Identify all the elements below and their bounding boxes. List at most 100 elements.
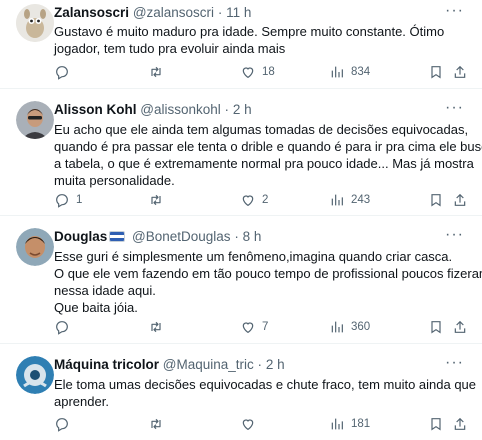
avatar[interactable]: [16, 101, 54, 139]
view-count: 360: [351, 321, 371, 333]
bookmark-button[interactable]: [428, 317, 444, 337]
like-icon: [242, 322, 254, 334]
tweet-text-line: Esse guri é simplesmente um fenômeno,ima…: [54, 249, 453, 264]
separator-dot: ·: [217, 5, 223, 20]
reply-button[interactable]: 1: [54, 190, 82, 210]
author-name[interactable]: Douglas: [54, 229, 107, 244]
tweet-text-line: Que baita jóia.: [54, 300, 138, 315]
like-icon: [242, 419, 254, 431]
reply-button[interactable]: [54, 317, 76, 337]
share-button[interactable]: [452, 414, 468, 434]
tweet-text-line: aprender.: [54, 394, 109, 409]
more-options-icon[interactable]: ···: [445, 3, 464, 19]
author-handle[interactable]: @Maquina_tric: [163, 357, 254, 372]
view-count: 181: [351, 418, 371, 430]
share-button[interactable]: [452, 190, 468, 210]
timestamp[interactable]: 2 h: [233, 102, 252, 117]
tweet-1[interactable]: Zalansoscri @zalansoscri · 11 h ··· Gust…: [0, 0, 482, 89]
author-name[interactable]: Alisson Kohl: [54, 102, 137, 117]
retweet-button[interactable]: [148, 190, 170, 210]
share-icon: [454, 320, 466, 333]
tweet-4[interactable]: Máquina tricolor @Maquina_tric · 2 h ···…: [0, 344, 482, 440]
avatar[interactable]: [16, 356, 54, 394]
bookmark-button[interactable]: [428, 414, 444, 434]
like-button[interactable]: 7: [240, 317, 268, 337]
tweet-text-line: nessa idade aqui.: [54, 283, 156, 298]
timestamp[interactable]: 2 h: [266, 357, 285, 372]
timestamp[interactable]: 11 h: [226, 5, 251, 20]
share-button[interactable]: [452, 317, 468, 337]
author-name[interactable]: Zalansoscri: [54, 5, 129, 20]
reply-icon: [56, 194, 68, 208]
flag-icon: [109, 231, 126, 242]
author-handle[interactable]: @BonetDouglas: [132, 229, 231, 244]
share-icon: [454, 193, 466, 206]
separator-dot: ·: [224, 102, 230, 117]
views-button[interactable]: 181: [329, 414, 370, 434]
tweet-text-line: Gustavo é muito maduro pra idade. Sempre…: [54, 24, 445, 39]
like-button[interactable]: [240, 414, 262, 434]
views-icon: [331, 194, 343, 206]
tweet-text-line: O que ele vem fazendo em tão pouco tempo…: [54, 266, 482, 281]
retweet-icon: [151, 194, 161, 206]
like-count: 2: [262, 194, 269, 206]
views-button[interactable]: 360: [329, 317, 370, 337]
tweet-text: Ele toma umas decisões equivocadas e chu…: [54, 376, 477, 410]
views-button[interactable]: 834: [329, 62, 370, 82]
bookmark-button[interactable]: [428, 190, 444, 210]
author-handle[interactable]: @alissonkohl: [140, 102, 221, 117]
views-button[interactable]: 243: [329, 190, 370, 210]
tweet-text-line: muita personalidade.: [54, 173, 175, 188]
tweet-header: Zalansoscri @zalansoscri · 11 h: [54, 4, 452, 22]
bookmark-icon: [431, 321, 441, 334]
tweet-text-line: jogador, tem tudo pra evoluir ainda mais: [54, 41, 286, 56]
bookmark-icon: [431, 194, 441, 207]
like-count: 7: [262, 321, 269, 333]
author-name[interactable]: Máquina tricolor: [54, 357, 159, 372]
tweet-actions: 1 2 243: [54, 190, 470, 210]
retweet-button[interactable]: [148, 317, 170, 337]
views-icon: [331, 321, 343, 333]
views-icon: [331, 418, 343, 430]
bookmark-icon: [431, 66, 441, 79]
like-count: 18: [262, 66, 275, 78]
views-icon: [331, 66, 343, 78]
reply-icon: [56, 418, 68, 432]
tweet-actions: 7 360: [54, 317, 470, 337]
tweet-text-line: Ele toma umas decisões equivocadas e chu…: [54, 377, 477, 392]
reply-count: 1: [76, 194, 83, 206]
author-handle[interactable]: @zalansoscri: [133, 5, 214, 20]
retweet-icon: [151, 418, 161, 430]
tweet-2[interactable]: Alisson Kohl @alissonkohl · 2 h ··· Eu a…: [0, 89, 482, 216]
tweet-header: Máquina tricolor @Maquina_tric · 2 h: [54, 356, 452, 374]
tweet-header: Douglas @BonetDouglas · 8 h: [54, 228, 452, 246]
reply-button[interactable]: [54, 62, 76, 82]
tweet-actions: 18 834: [54, 62, 470, 82]
reply-button[interactable]: [54, 414, 76, 434]
retweet-button[interactable]: [148, 414, 170, 434]
avatar[interactable]: [16, 228, 54, 266]
reply-icon: [56, 321, 68, 335]
tweet-actions: 181: [54, 414, 470, 434]
timestamp[interactable]: 8 h: [243, 229, 262, 244]
avatar[interactable]: [16, 4, 54, 42]
tweet-text: Gustavo é muito maduro pra idade. Sempre…: [54, 23, 470, 57]
retweet-icon: [151, 66, 161, 78]
bookmark-button[interactable]: [428, 62, 444, 82]
tweet-3[interactable]: Douglas @BonetDouglas · 8 h ··· Esse gur…: [0, 216, 482, 344]
tweet-text: Eu acho que ele ainda tem algumas tomada…: [54, 121, 482, 189]
like-button[interactable]: 18: [240, 62, 275, 82]
separator-dot: ·: [234, 229, 239, 244]
separator-dot: ·: [257, 357, 263, 372]
share-button[interactable]: [452, 62, 468, 82]
more-options-icon[interactable]: ···: [445, 355, 464, 371]
bookmark-icon: [431, 418, 441, 431]
share-icon: [454, 417, 466, 430]
like-button[interactable]: 2: [240, 190, 268, 210]
retweet-button[interactable]: [148, 62, 170, 82]
more-options-icon[interactable]: ···: [445, 227, 464, 243]
more-options-icon[interactable]: ···: [445, 100, 464, 116]
tweet-text-line: quando é pra passar ele tenta o drible e…: [54, 139, 482, 154]
tweet-text: Esse guri é simplesmente um fenômeno,ima…: [54, 248, 482, 316]
tweet-text-line: Eu acho que ele ainda tem algumas tomada…: [54, 122, 469, 137]
